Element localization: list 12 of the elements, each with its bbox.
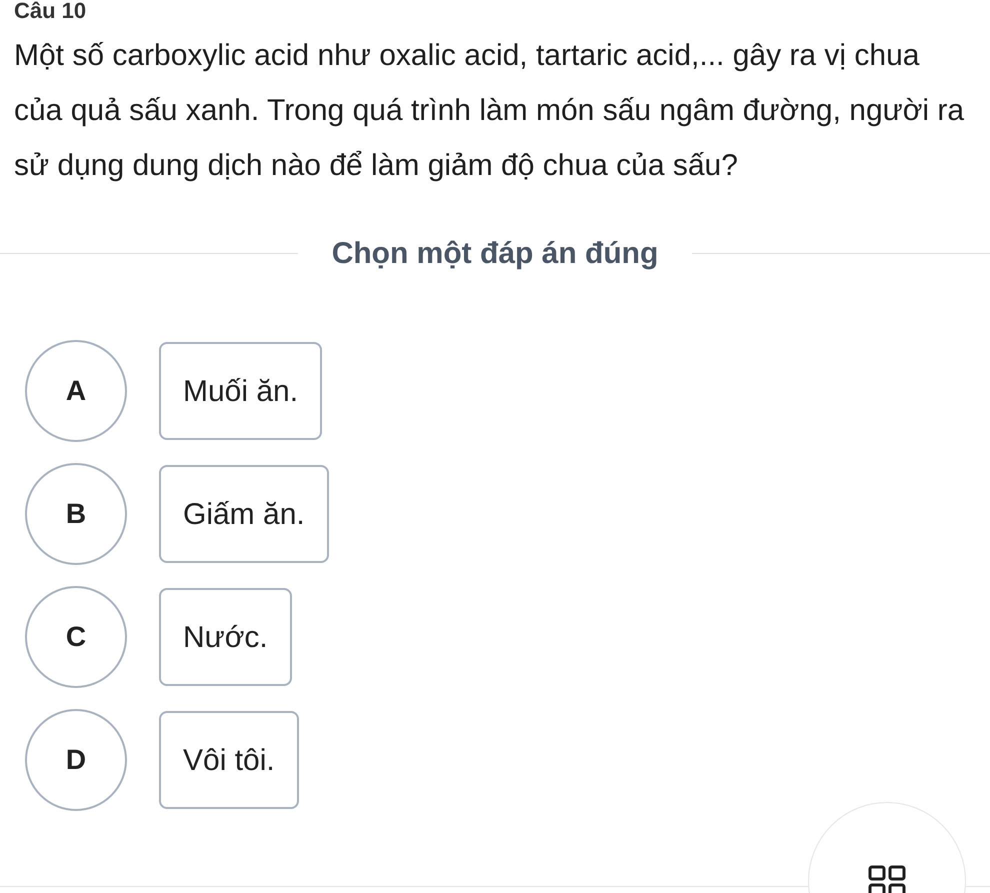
option-letter-button[interactable]: C	[25, 586, 127, 688]
instruction-text: Chọn một đáp án đúng	[330, 236, 660, 272]
option-letter-button[interactable]: B	[25, 463, 127, 565]
answer-option[interactable]: Giấm ăn.	[159, 465, 329, 563]
answer-option[interactable]: Nước.	[159, 588, 292, 686]
question-title: Câu 10	[14, 0, 88, 22]
answer-option[interactable]: Muối ăn.	[159, 342, 322, 440]
grid-icon	[868, 865, 906, 893]
answer-option[interactable]: Vôi tôi.	[159, 711, 299, 809]
question-text: Một số carboxylic acid như oxalic acid, tartaric acid,... gây ra vị chua của quả sấu xanh. Trong quá trình làm món sấu ngâm đường, người ra sử dụng dung dịch nào để làm giảm độ chua của sấu?	[14, 38, 966, 184]
option-letter-button[interactable]: A	[25, 340, 127, 442]
option-letter-button[interactable]: D	[25, 709, 127, 811]
